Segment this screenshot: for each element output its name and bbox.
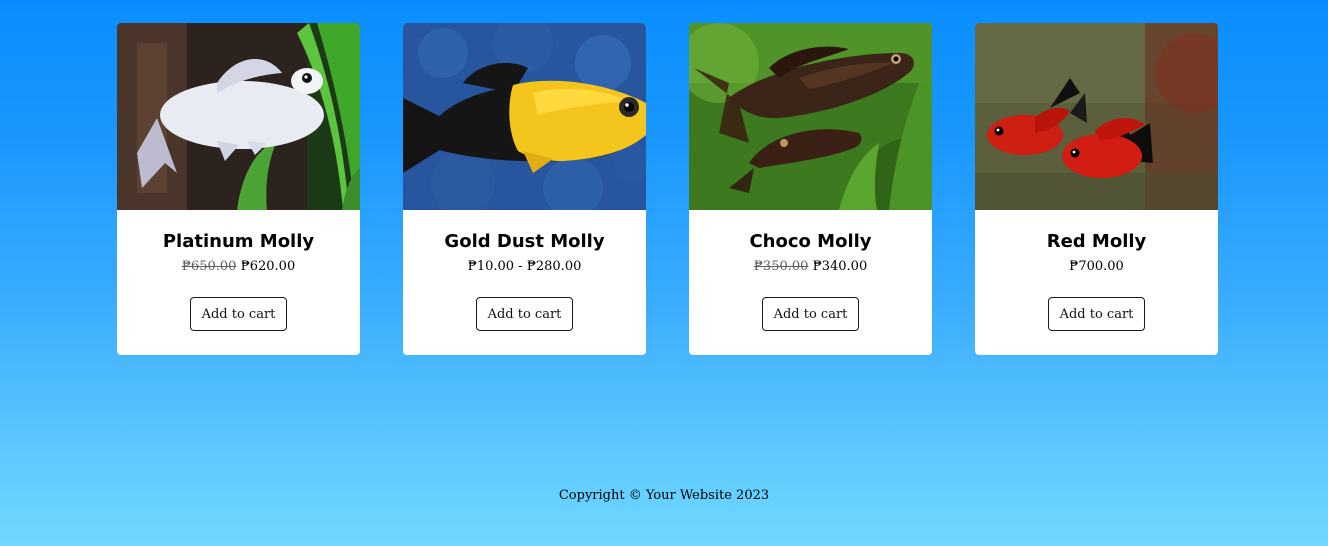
add-to-cart-button[interactable]: Add to cart [189,297,288,331]
product-card-platinum-molly: Platinum Molly ₱650.00 ₱620.00 Add to ca… [117,23,360,355]
original-price: ₱350.00 [753,259,809,274]
product-grid: Platinum Molly ₱650.00 ₱620.00 Add to ca… [117,23,1218,355]
product-price: ₱650.00 ₱620.00 [182,258,295,275]
product-card-red-molly: Red Molly ₱700.00 Add to cart [975,23,1218,355]
sale-price: ₱340.00 [812,259,868,274]
product-card-choco-molly: Choco Molly ₱350.00 ₱340.00 Add to cart [689,23,932,355]
product-image-platinum-molly[interactable] [117,23,360,210]
product-price: ₱10.00 - ₱280.00 [468,258,582,275]
product-card-gold-dust-molly: Gold Dust Molly ₱10.00 - ₱280.00 Add to … [403,23,646,355]
price: ₱700.00 [1069,259,1124,274]
product-title[interactable]: Gold Dust Molly [444,231,604,253]
add-to-cart-button[interactable]: Add to cart [761,297,860,331]
original-price: ₱650.00 [181,259,237,274]
product-image-choco-molly[interactable] [689,23,932,210]
product-price: ₱350.00 ₱340.00 [754,258,867,275]
sale-price: ₱620.00 [240,259,296,274]
add-to-cart-button[interactable]: Add to cart [475,297,574,331]
product-title[interactable]: Red Molly [1047,231,1147,253]
add-to-cart-button[interactable]: Add to cart [1047,297,1146,331]
product-title[interactable]: Platinum Molly [163,231,314,253]
product-image-gold-dust-molly[interactable] [403,23,646,210]
price-range: ₱10.00 - ₱280.00 [467,259,582,274]
product-title[interactable]: Choco Molly [749,231,871,253]
footer-copyright: Copyright © Your Website 2023 [558,488,770,503]
product-price: ₱700.00 [1069,258,1124,275]
product-image-red-molly[interactable] [975,23,1218,210]
